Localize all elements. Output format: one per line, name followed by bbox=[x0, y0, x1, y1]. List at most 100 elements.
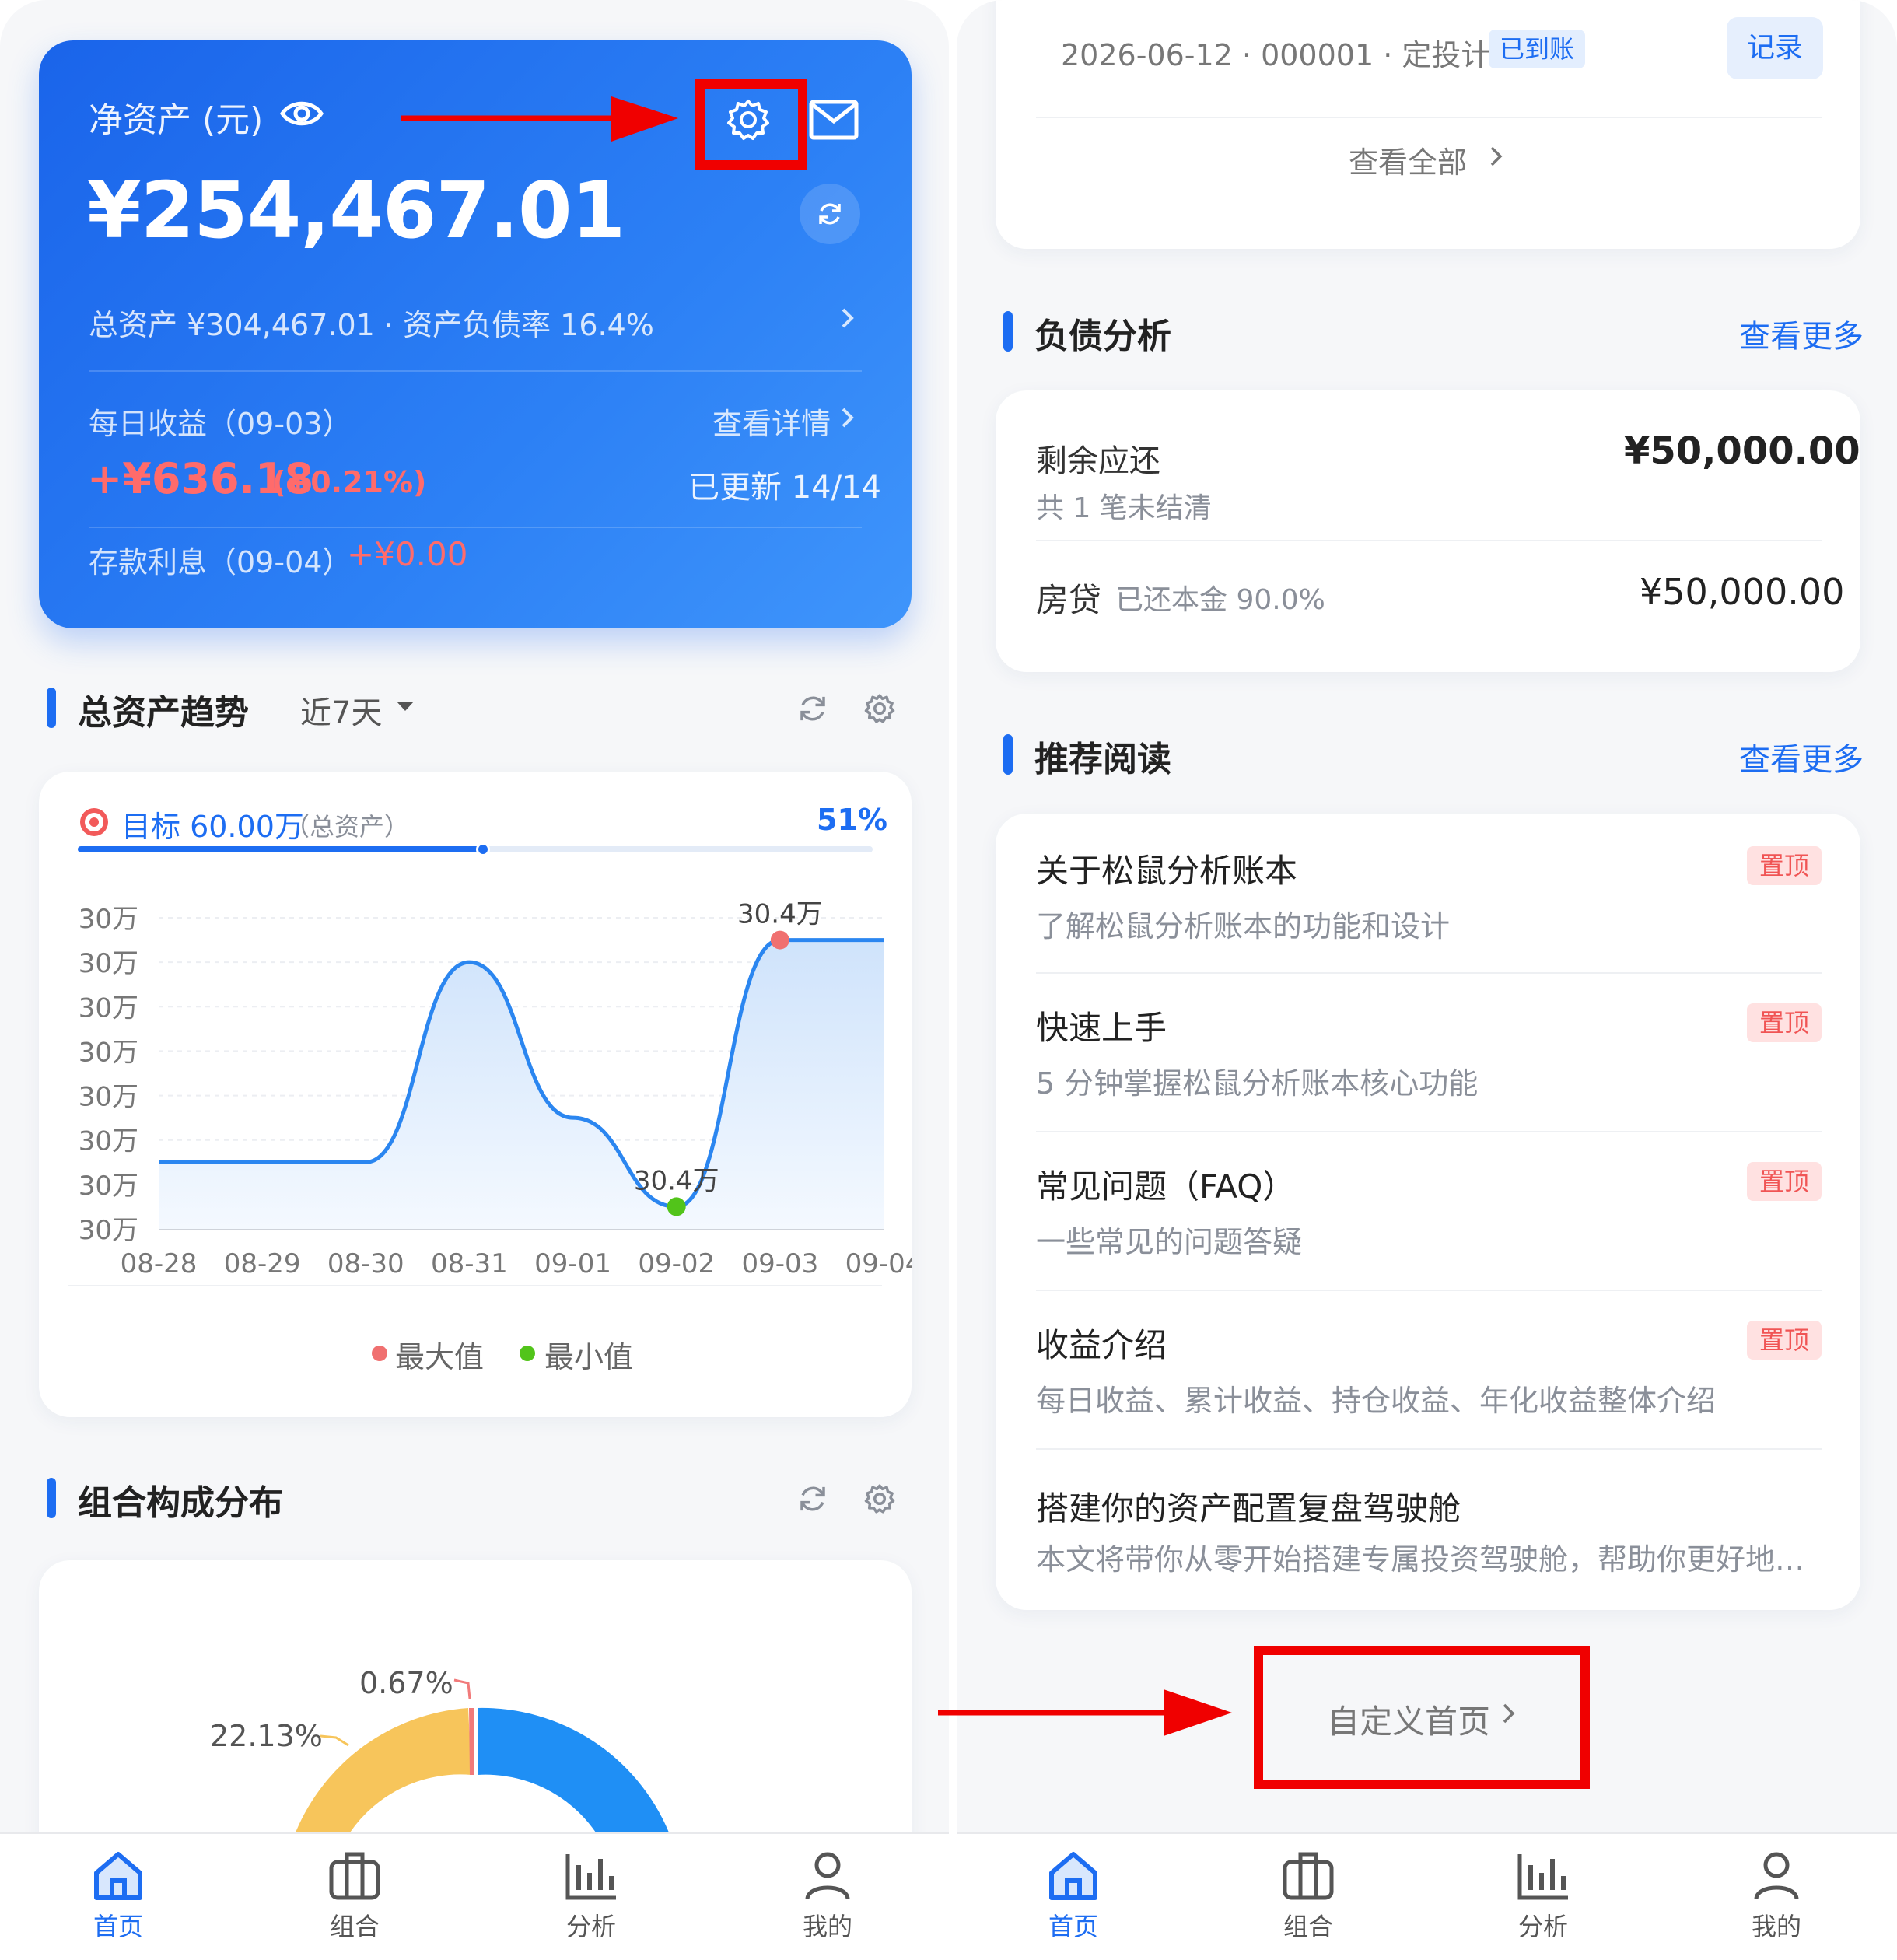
tab-mine[interactable]: 我的 bbox=[773, 1850, 882, 1943]
gear-icon[interactable] bbox=[863, 692, 896, 725]
user-icon bbox=[1754, 1852, 1799, 1900]
debt-card: 剩余应还 ¥50,000.00 共 1 笔未结清 房贷 已还本金 90.0% ¥… bbox=[996, 390, 1860, 672]
goal-label: 目标 60.00万 bbox=[121, 810, 304, 844]
min-legend-label: 最小值 bbox=[544, 1340, 634, 1374]
x-tick-label: 08-31 bbox=[431, 1248, 508, 1279]
chevron-right-icon[interactable] bbox=[840, 406, 856, 429]
bar-chart-icon bbox=[1517, 1854, 1568, 1900]
annotation-arrow bbox=[401, 96, 678, 142]
bottom-tab-bar: 首页 组合 分析 我的 bbox=[0, 1832, 949, 1960]
min-label: 30.4万 bbox=[634, 1165, 719, 1196]
bottom-tab-bar: 首页 组合 分析 我的 bbox=[957, 1832, 1897, 1960]
tab-label: 首页 bbox=[93, 1912, 143, 1941]
target-icon bbox=[80, 808, 108, 836]
min-legend-dot bbox=[520, 1346, 535, 1361]
x-tick-label: 09-04 bbox=[845, 1248, 912, 1279]
update-status: 已更新 14/14 bbox=[688, 470, 881, 506]
tab-home[interactable]: 首页 bbox=[1019, 1850, 1128, 1943]
x-tick-label: 09-01 bbox=[534, 1248, 611, 1279]
y-tick-label: 30万 bbox=[79, 1082, 138, 1113]
net-asset-title: 净资产 (元) bbox=[89, 100, 264, 140]
tab-label: 组合 bbox=[1283, 1912, 1333, 1941]
tab-label: 分析 bbox=[1517, 1912, 1568, 1941]
list-item[interactable]: 关于松鼠分析账本 了解松鼠分析账本的功能和设计 置顶 bbox=[996, 814, 1860, 972]
customize-highlight-box bbox=[1254, 1646, 1590, 1789]
trend-area bbox=[159, 940, 884, 1229]
list-item[interactable]: 常见问题（FAQ） 一些常见的问题答疑 置顶 bbox=[996, 1131, 1860, 1290]
article-summary: 本文将带你从零开始搭建专属投资驾驶舱，帮助你更好地… bbox=[1036, 1542, 1805, 1577]
donut-label-red: 0.67% bbox=[359, 1666, 453, 1700]
list-item[interactable]: 快速上手 5 分钟掌握松鼠分析账本核心功能 置顶 bbox=[996, 972, 1860, 1131]
tab-portfolio[interactable]: 组合 bbox=[1254, 1850, 1363, 1943]
chevron-right-icon[interactable] bbox=[1489, 145, 1504, 168]
home-icon bbox=[94, 1852, 142, 1900]
refresh-icon[interactable] bbox=[796, 1482, 829, 1515]
debt-more-link[interactable]: 查看更多 bbox=[1739, 311, 1864, 356]
annotation-arrow bbox=[938, 1689, 1232, 1736]
x-tick-label: 08-30 bbox=[327, 1248, 404, 1279]
list-item[interactable]: 搭建你的资产配置复盘驾驶舱 本文将带你从零开始搭建专属投资驾驶舱，帮助你更好地… bbox=[996, 1448, 1860, 1610]
view-all-link[interactable]: 查看全部 bbox=[1349, 138, 1467, 181]
article-summary: 每日收益、累计收益、持仓收益、年化收益整体介绍 bbox=[1036, 1384, 1717, 1418]
eye-icon[interactable] bbox=[280, 98, 324, 129]
tab-analysis[interactable]: 分析 bbox=[537, 1850, 646, 1943]
record-status-badge: 已到账 bbox=[1489, 30, 1586, 68]
daily-income-label: 每日收益（09-03） bbox=[89, 407, 352, 441]
article-summary: 5 分钟掌握松鼠分析账本核心功能 bbox=[1036, 1066, 1479, 1101]
tab-portfolio[interactable]: 组合 bbox=[300, 1850, 409, 1943]
donut-slice-red bbox=[469, 1708, 474, 1775]
goal-pct: 51% bbox=[817, 803, 887, 837]
reading-card: 关于松鼠分析账本 了解松鼠分析账本的功能和设计 置顶 快速上手 5 分钟掌握松鼠… bbox=[996, 814, 1860, 1610]
net-asset-value: ¥254,467.01 bbox=[87, 165, 625, 256]
y-tick-label: 30万 bbox=[79, 1171, 138, 1202]
gear-icon[interactable] bbox=[863, 1482, 896, 1515]
y-tick-label: 30万 bbox=[79, 1215, 138, 1246]
refresh-icon bbox=[819, 203, 841, 225]
goal-sub: （总资产） bbox=[285, 812, 410, 842]
record-card: 2026-06-12 · 000001 · 定投计划 已到账 记录 查看全部 bbox=[996, 0, 1860, 249]
list-item[interactable]: 收益介绍 每日收益、累计收益、持仓收益、年化收益整体介绍 置顶 bbox=[996, 1290, 1860, 1448]
tab-mine[interactable]: 我的 bbox=[1722, 1850, 1831, 1943]
view-details-link[interactable]: 查看详情 bbox=[712, 400, 831, 443]
refresh-button[interactable] bbox=[800, 184, 860, 244]
article-summary: 了解松鼠分析账本的功能和设计 bbox=[1036, 909, 1451, 943]
mail-icon[interactable] bbox=[809, 100, 859, 140]
refresh-icon[interactable] bbox=[796, 692, 829, 725]
pinned-badge: 置顶 bbox=[1747, 846, 1822, 885]
tab-label: 我的 bbox=[1751, 1912, 1801, 1941]
tab-analysis[interactable]: 分析 bbox=[1489, 1850, 1598, 1943]
loan-value: ¥50,000.00 bbox=[1640, 571, 1845, 613]
goal-progress-fill bbox=[78, 846, 484, 852]
asset-summary[interactable]: 总资产 ¥304,467.01 · 资产负债率 16.4% bbox=[89, 301, 654, 344]
caret-down-icon[interactable] bbox=[395, 700, 415, 712]
briefcase-icon bbox=[1283, 1852, 1334, 1900]
y-tick-label: 30万 bbox=[79, 992, 138, 1024]
goal-progress-knob bbox=[476, 842, 491, 856]
chevron-right-icon[interactable] bbox=[840, 306, 856, 330]
loan-label: 房贷 bbox=[1036, 581, 1102, 619]
donut-slice-blue bbox=[478, 1707, 669, 1832]
x-tick-label: 08-28 bbox=[121, 1248, 198, 1279]
min-point bbox=[667, 1197, 686, 1216]
x-tick-label: 09-03 bbox=[741, 1248, 818, 1279]
tab-label: 分析 bbox=[565, 1912, 616, 1941]
tab-label: 组合 bbox=[329, 1912, 380, 1941]
bar-chart-icon bbox=[565, 1854, 616, 1900]
tab-home[interactable]: 首页 bbox=[64, 1850, 173, 1943]
pinned-badge: 置顶 bbox=[1747, 1162, 1822, 1201]
y-tick-label: 30万 bbox=[79, 904, 138, 935]
reading-title: 推荐阅读 bbox=[1034, 740, 1171, 779]
range-dropdown[interactable]: 近7天 bbox=[300, 688, 382, 733]
goal-progress-track bbox=[78, 842, 873, 856]
trend-chart: 30万30万30万30万30万30万30万30万08-28 08-29 08-30 0… bbox=[79, 899, 912, 1279]
article-title: 关于松鼠分析账本 bbox=[1036, 852, 1298, 890]
record-button[interactable]: 记录 bbox=[1727, 17, 1823, 79]
interest-value: +¥0.00 bbox=[347, 535, 468, 573]
article-title: 收益介绍 bbox=[1036, 1326, 1167, 1364]
y-tick-label: 30万 bbox=[79, 948, 138, 979]
y-tick-label: 30万 bbox=[79, 1126, 138, 1157]
reading-more-link[interactable]: 查看更多 bbox=[1739, 734, 1864, 779]
trend-title: 总资产趋势 bbox=[78, 693, 249, 733]
tab-label: 首页 bbox=[1048, 1912, 1098, 1941]
max-point bbox=[770, 930, 789, 950]
